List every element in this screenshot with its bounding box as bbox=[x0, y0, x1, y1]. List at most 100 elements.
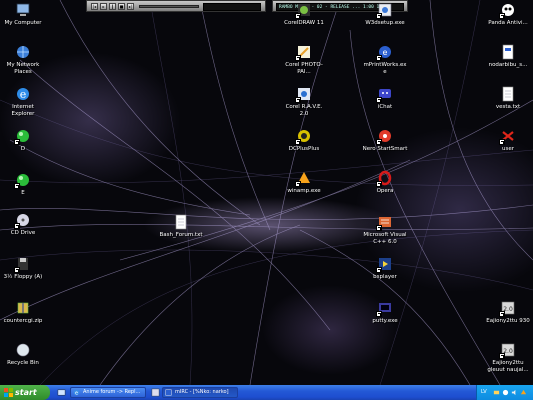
desktop-icon-my-network-places[interactable]: My Network Places bbox=[0, 44, 46, 76]
shortcut-arrow-icon bbox=[376, 13, 382, 19]
desktop-icon-recycle-bin[interactable]: Recycle Bin bbox=[0, 342, 46, 367]
system-tray: LV bbox=[476, 385, 533, 400]
bsplayer-icon bbox=[376, 256, 393, 273]
desktop-icon-opera[interactable]: Opera bbox=[362, 170, 408, 195]
shortcut-arrow-icon bbox=[376, 181, 382, 187]
windows-logo-icon bbox=[4, 388, 13, 397]
desktop-icon-mirc[interactable]: e mPrintWorks.exe bbox=[362, 44, 408, 76]
shortcut-arrow-icon bbox=[295, 139, 301, 145]
corel-icon bbox=[295, 2, 312, 19]
drive-icon bbox=[14, 172, 31, 189]
panda-tray-icon[interactable] bbox=[502, 389, 509, 396]
mirc-icon bbox=[165, 389, 172, 396]
ie-icon: e bbox=[15, 86, 31, 102]
winamp-tray-icon[interactable] bbox=[520, 389, 527, 396]
desktop-icon-counter-cgi[interactable]: countercgi.zip bbox=[0, 300, 46, 325]
desktop-icon-nodarbibu[interactable]: nodarbibu_s... bbox=[485, 44, 531, 69]
nero-icon bbox=[376, 128, 393, 145]
zip-icon bbox=[15, 300, 31, 316]
desktop-icon-panda-antivirus[interactable]: Panda Antivi... bbox=[485, 2, 531, 27]
desktop-icon-ichat[interactable]: iChat bbox=[362, 86, 408, 111]
prev-icon[interactable]: |◂ bbox=[91, 3, 98, 10]
putty-icon bbox=[376, 300, 393, 317]
desktop-icon-label: D bbox=[20, 146, 26, 152]
shortcut-arrow-icon bbox=[376, 225, 382, 231]
desktop-icon-user[interactable]: user bbox=[485, 128, 531, 153]
recycle-bin-icon bbox=[15, 342, 31, 358]
player-display bbox=[203, 3, 261, 11]
desktop-icon-label: My Computer bbox=[4, 20, 42, 26]
desktop-icon-label: W3dsetup.exe bbox=[365, 20, 405, 26]
task-button-mirc[interactable]: mIRC - [%Nko: narko] bbox=[162, 387, 238, 398]
desktop-icon-my-computer[interactable]: My Computer bbox=[0, 2, 46, 27]
text-file-icon bbox=[173, 214, 189, 230]
text-file-icon bbox=[500, 86, 516, 102]
start-label: start bbox=[15, 388, 37, 397]
pause-icon[interactable]: ‖ bbox=[109, 3, 116, 10]
app-20-icon: 2.0 bbox=[499, 342, 516, 359]
shortcut-arrow-icon bbox=[295, 181, 301, 187]
desktop-icon-drive-e[interactable]: E bbox=[0, 172, 46, 197]
app-20-icon: 2.0 bbox=[499, 300, 516, 317]
desktop-icon-label: 3½ Floppy (A) bbox=[3, 274, 43, 280]
desktop-icon-label: Recycle Bin bbox=[7, 360, 39, 366]
desktop-icon-internet-explorer[interactable]: e Internet Explorer bbox=[0, 86, 46, 118]
play-icon[interactable]: ▸ bbox=[100, 3, 107, 10]
shortcut-arrow-icon bbox=[499, 353, 505, 359]
media-player-left[interactable]: |◂ ▸ ‖ ■ ▸| bbox=[86, 0, 266, 12]
volume-slider[interactable] bbox=[139, 5, 199, 8]
desktop-icon-putty[interactable]: putty.exe bbox=[362, 300, 408, 325]
desktop-icon-label: CorelDRAW 11 bbox=[284, 20, 324, 26]
desktop-icon-visual-cpp[interactable]: Microsoft Visual C++ 6.0 bbox=[362, 214, 408, 246]
setup-icon bbox=[376, 2, 393, 19]
desktop-icon-drive-d[interactable]: D bbox=[0, 128, 46, 153]
start-button[interactable]: start bbox=[0, 385, 50, 400]
task-label: mIRC - [%Nko: narko] bbox=[175, 389, 229, 395]
desktop-icon-label: Eajiony2ttu gleuut naujal... bbox=[487, 360, 529, 373]
desktop-icon-bash-forum[interactable]: Bash_Forum.txt bbox=[158, 214, 204, 239]
desktop-icon-eajiony-1[interactable]: 2.0 Eajiony2ttu 930 bbox=[485, 300, 531, 325]
desktop-icon-label: E bbox=[21, 190, 25, 196]
desktop-icon-label: vesta.txt bbox=[495, 104, 521, 110]
desktop-icon-corel-rave[interactable]: Corel R.A.V.E. 2.0 bbox=[281, 86, 327, 118]
desktop-icon-corel-draw[interactable]: CorelDRAW 11 bbox=[281, 2, 327, 27]
desktop-icon-label: user bbox=[502, 146, 514, 152]
quick-launch-icon[interactable] bbox=[151, 388, 160, 397]
winamp-icon bbox=[295, 170, 312, 187]
ie-icon: e bbox=[73, 389, 80, 396]
desktop-icon-label: iChat bbox=[377, 104, 393, 110]
desktop-icon-dcplusplus[interactable]: DCPlusPlus bbox=[281, 128, 327, 153]
desktop-icon-bsplayer[interactable]: bsplayer bbox=[362, 256, 408, 281]
desktop-icon-floppy[interactable]: 3½ Floppy (A) bbox=[0, 256, 46, 281]
shortcut-arrow-icon bbox=[499, 13, 505, 19]
desktop-icon-corel-photo-paint[interactable]: Corel PHOTO-PAI... bbox=[281, 44, 327, 76]
network-tray-icon[interactable] bbox=[493, 389, 500, 396]
desktop-icon-label: winamp.exe bbox=[287, 188, 321, 194]
desktop-icon-vesta[interactable]: vesta.txt bbox=[485, 86, 531, 111]
next-icon[interactable]: ▸| bbox=[127, 3, 134, 10]
show-desktop-icon[interactable] bbox=[57, 388, 66, 397]
language-indicator[interactable]: LV bbox=[481, 385, 487, 400]
desktop-icon-label: Corel R.A.V.E. 2.0 bbox=[285, 104, 323, 117]
shortcut-arrow-icon bbox=[14, 267, 20, 273]
desktop-icon-winamp[interactable]: winamp.exe bbox=[281, 170, 327, 195]
cd-icon bbox=[14, 212, 31, 229]
desktop-icon-label: DCPlusPlus bbox=[288, 146, 320, 152]
shortcut-arrow-icon bbox=[499, 139, 505, 145]
stop-icon[interactable]: ■ bbox=[118, 3, 125, 10]
desktop-icon-nero[interactable]: Nero StartSmart bbox=[362, 128, 408, 153]
task-button-anime-forum[interactable]: e Anime forum -> Repl... bbox=[70, 387, 146, 398]
svg-text:e: e bbox=[75, 390, 78, 396]
desktop-icon-label: My Network Places bbox=[6, 62, 40, 75]
shortcut-arrow-icon bbox=[499, 311, 505, 317]
volume-tray-icon[interactable] bbox=[511, 389, 518, 396]
panda-icon bbox=[499, 2, 516, 19]
desktop-icon-label: Microsoft Visual C++ 6.0 bbox=[363, 232, 407, 245]
desktop-icon-cd-drive[interactable]: CD Drive bbox=[0, 212, 46, 237]
desktop-icon-eajiony-2[interactable]: 2.0 Eajiony2ttu gleuut naujal... bbox=[485, 342, 531, 374]
visual-studio-icon bbox=[376, 214, 393, 231]
desktop-icon-w3dsetup[interactable]: W3dsetup.exe bbox=[362, 2, 408, 27]
desktop-icon-label: Internet Explorer bbox=[11, 104, 35, 117]
corel-rave-icon bbox=[295, 86, 312, 103]
shortcut-arrow-icon bbox=[376, 55, 382, 61]
